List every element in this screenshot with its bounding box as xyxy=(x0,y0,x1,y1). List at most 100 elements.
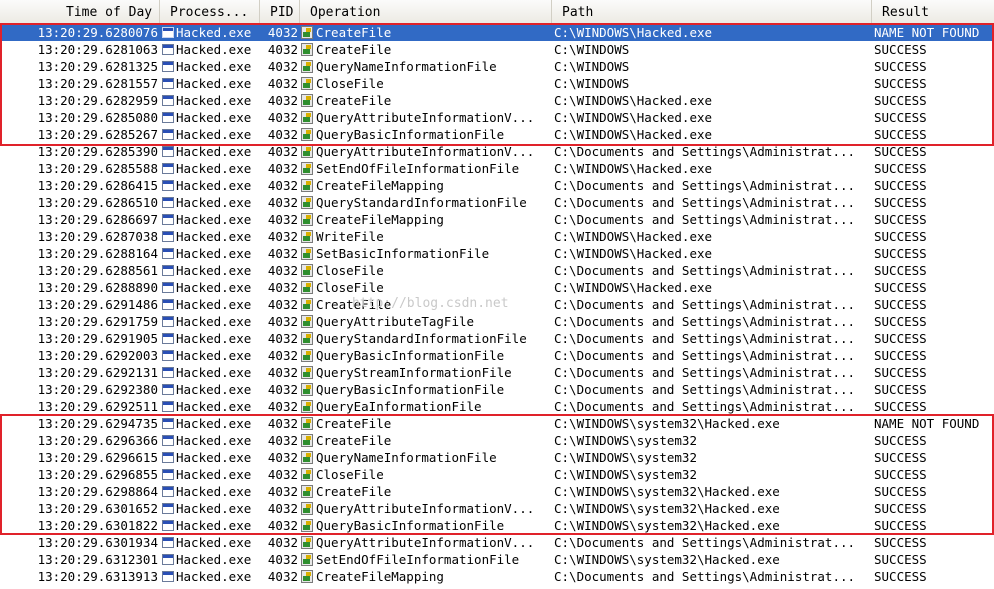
cell-process: Hacked.exe xyxy=(176,178,252,193)
table-row[interactable]: 13:20:29.6285588 Hacked.exe 4032 SetEndOfFi… xyxy=(0,160,994,177)
cell-path: C:\Documents and Settings\Administrat... xyxy=(554,399,856,414)
cell-time: 13:20:29.6291486 xyxy=(37,297,158,312)
process-icon xyxy=(162,265,174,276)
cell-path: C:\WINDOWS\Hacked.exe xyxy=(554,93,713,108)
table-row[interactable]: 13:20:29.6281063 Hacked.exe 4032 CreateFile… xyxy=(0,41,994,58)
table-row[interactable]: 13:20:29.6287038 Hacked.exe 4032 WriteFile C… xyxy=(0,228,994,245)
cell-operation: QueryBasicInformationFile xyxy=(316,348,505,363)
cell-time: 13:20:29.6280076 xyxy=(37,25,158,40)
process-icon xyxy=(162,571,174,582)
filesystem-icon xyxy=(301,536,313,549)
cell-pid: 4032 xyxy=(267,314,298,329)
table-row[interactable]: 13:20:29.6296366 Hacked.exe 4032 CreateFile… xyxy=(0,432,994,449)
table-row[interactable]: 13:20:29.6296855 Hacked.exe 4032 CloseFile C… xyxy=(0,466,994,483)
process-icon xyxy=(162,61,174,72)
cell-result: SUCCESS xyxy=(874,484,927,499)
filesystem-icon xyxy=(301,570,313,583)
table-row[interactable]: 13:20:29.6288164 Hacked.exe 4032 SetBasicIn… xyxy=(0,245,994,262)
table-row[interactable]: 13:20:29.6285390 Hacked.exe 4032 QueryAttri… xyxy=(0,143,994,160)
cell-time: 13:20:29.6296366 xyxy=(37,433,158,448)
table-row[interactable]: 13:20:29.6291486 Hacked.exe 4032 CreateFile… xyxy=(0,296,994,313)
table-row[interactable]: 13:20:29.6312301 Hacked.exe 4032 SetEndOfFi… xyxy=(0,551,994,568)
cell-result: SUCCESS xyxy=(874,161,927,176)
filesystem-icon xyxy=(301,77,313,90)
cell-path: C:\WINDOWS xyxy=(554,76,630,91)
table-row[interactable]: 13:20:29.6301652 Hacked.exe 4032 QueryAttri… xyxy=(0,500,994,517)
column-header-pid[interactable]: PID xyxy=(260,0,300,24)
cell-path: C:\Documents and Settings\Administrat... xyxy=(554,212,856,227)
table-row[interactable]: 13:20:29.6292003 Hacked.exe 4032 QueryBasic… xyxy=(0,347,994,364)
cell-operation: SetEndOfFileInformationFile xyxy=(316,552,520,567)
cell-time: 13:20:29.6285390 xyxy=(37,144,158,159)
table-row[interactable]: 13:20:29.6286510 Hacked.exe 4032 QueryStand… xyxy=(0,194,994,211)
table-row[interactable]: 13:20:29.6281557 Hacked.exe 4032 CloseFile C… xyxy=(0,75,994,92)
table-row[interactable]: 13:20:29.6291759 Hacked.exe 4032 QueryAttri… xyxy=(0,313,994,330)
table-row[interactable]: 13:20:29.6281325 Hacked.exe 4032 QueryNameI… xyxy=(0,58,994,75)
event-list: 13:20:29.6280076 Hacked.exe 4032 CreateFile… xyxy=(0,24,994,585)
process-icon xyxy=(162,180,174,191)
cell-time: 13:20:29.6285267 xyxy=(37,127,158,142)
cell-path: C:\WINDOWS\system32\Hacked.exe xyxy=(554,552,780,567)
filesystem-icon xyxy=(301,366,313,379)
table-row[interactable]: 13:20:29.6294735 Hacked.exe 4032 CreateFile… xyxy=(0,415,994,432)
cell-process: Hacked.exe xyxy=(176,144,252,159)
cell-pid: 4032 xyxy=(267,161,298,176)
cell-time: 13:20:29.6287038 xyxy=(37,229,158,244)
table-row[interactable]: 13:20:29.6286415 Hacked.exe 4032 CreateFile… xyxy=(0,177,994,194)
cell-result: NAME NOT FOUND xyxy=(874,25,980,40)
cell-time: 13:20:29.6301652 xyxy=(37,501,158,516)
cell-operation: QueryBasicInformationFile xyxy=(316,382,505,397)
cell-pid: 4032 xyxy=(267,178,298,193)
cell-time: 13:20:29.6298864 xyxy=(37,484,158,499)
cell-process: Hacked.exe xyxy=(176,331,252,346)
cell-path: C:\Documents and Settings\Administrat... xyxy=(554,348,856,363)
cell-process: Hacked.exe xyxy=(176,42,252,57)
cell-path: C:\Documents and Settings\Administrat... xyxy=(554,195,856,210)
table-row[interactable]: 13:20:29.6286697 Hacked.exe 4032 CreateFile… xyxy=(0,211,994,228)
filesystem-icon xyxy=(301,26,313,39)
table-row[interactable]: 13:20:29.6301822 Hacked.exe 4032 QueryBasic… xyxy=(0,517,994,534)
cell-pid: 4032 xyxy=(267,59,298,74)
table-row[interactable]: 13:20:29.6285267 Hacked.exe 4032 QueryBasic… xyxy=(0,126,994,143)
process-icon xyxy=(162,435,174,446)
cell-path: C:\Documents and Settings\Administrat... xyxy=(554,297,856,312)
process-icon xyxy=(162,316,174,327)
cell-process: Hacked.exe xyxy=(176,501,252,516)
table-row[interactable]: 13:20:29.6292131 Hacked.exe 4032 QueryStrea… xyxy=(0,364,994,381)
cell-operation: CreateFile xyxy=(316,93,392,108)
column-header-operation[interactable]: Operation xyxy=(300,0,552,24)
cell-time: 13:20:29.6281557 xyxy=(37,76,158,91)
process-icon xyxy=(162,214,174,225)
cell-time: 13:20:29.6296855 xyxy=(37,467,158,482)
table-row[interactable]: 13:20:29.6292380 Hacked.exe 4032 QueryBasic… xyxy=(0,381,994,398)
cell-path: C:\WINDOWS\Hacked.exe xyxy=(554,280,713,295)
column-header-time[interactable]: Time of Day xyxy=(0,0,160,24)
table-row[interactable]: 13:20:29.6298864 Hacked.exe 4032 CreateFile… xyxy=(0,483,994,500)
table-row[interactable]: 13:20:29.6296615 Hacked.exe 4032 QueryNameI… xyxy=(0,449,994,466)
cell-process: Hacked.exe xyxy=(176,127,252,142)
cell-time: 13:20:29.6286697 xyxy=(37,212,158,227)
table-row[interactable]: 13:20:29.6280076 Hacked.exe 4032 CreateFile… xyxy=(0,24,994,41)
table-row[interactable]: 13:20:29.6285080 Hacked.exe 4032 QueryAttri… xyxy=(0,109,994,126)
table-row[interactable]: 13:20:29.6282959 Hacked.exe 4032 CreateFile… xyxy=(0,92,994,109)
table-row[interactable]: 13:20:29.6288561 Hacked.exe 4032 CloseFile C… xyxy=(0,262,994,279)
process-icon xyxy=(162,95,174,106)
cell-path: C:\Documents and Settings\Administrat... xyxy=(554,314,856,329)
column-header-path[interactable]: Path xyxy=(552,0,872,24)
cell-pid: 4032 xyxy=(267,144,298,159)
cell-time: 13:20:29.6291759 xyxy=(37,314,158,329)
process-icon xyxy=(162,469,174,480)
table-row[interactable]: 13:20:29.6288890 Hacked.exe 4032 CloseFile C… xyxy=(0,279,994,296)
table-row[interactable]: 13:20:29.6291905 Hacked.exe 4032 QueryStand… xyxy=(0,330,994,347)
cell-result: NAME NOT FOUND xyxy=(874,416,980,431)
table-row[interactable]: 13:20:29.6292511 Hacked.exe 4032 QueryEaInf… xyxy=(0,398,994,415)
table-row[interactable]: 13:20:29.6313913 Hacked.exe 4032 CreateFile… xyxy=(0,568,994,585)
cell-pid: 4032 xyxy=(267,399,298,414)
column-header-result[interactable]: Result xyxy=(872,0,994,24)
column-header-process[interactable]: Process... xyxy=(160,0,260,24)
cell-operation: QueryAttributeInformationV... xyxy=(316,535,535,550)
cell-time: 13:20:29.6281325 xyxy=(37,59,158,74)
cell-path: C:\Documents and Settings\Administrat... xyxy=(554,382,856,397)
table-row[interactable]: 13:20:29.6301934 Hacked.exe 4032 QueryAttri… xyxy=(0,534,994,551)
cell-process: Hacked.exe xyxy=(176,110,252,125)
